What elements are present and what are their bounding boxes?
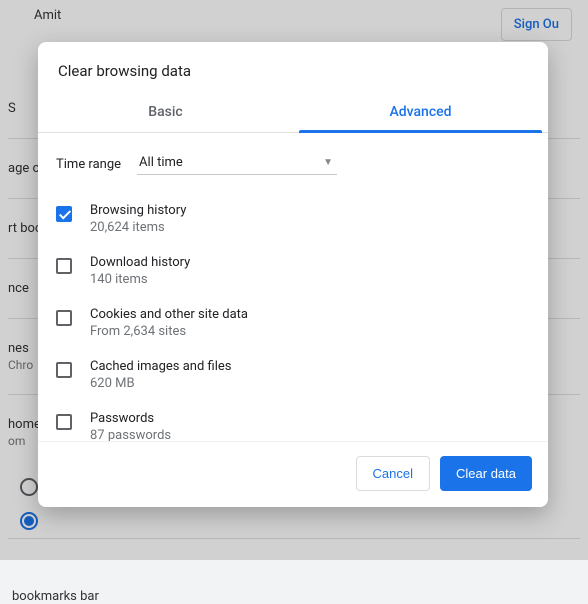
checkbox-browsing-history[interactable]: [56, 206, 72, 222]
item-title: Passwords: [90, 411, 171, 426]
data-type-row-cached-images: Cached images and files 620 MB: [56, 349, 538, 401]
dialog-tabs: Basic Advanced: [38, 94, 548, 133]
item-subtitle: From 2,634 sites: [90, 324, 248, 339]
clear-data-button[interactable]: Clear data: [440, 456, 532, 491]
chevron-down-icon: ▼: [323, 157, 333, 168]
dialog-scroll-area[interactable]: Time range All time ▼ Browsing history 20…: [38, 133, 548, 441]
cancel-button[interactable]: Cancel: [356, 456, 430, 491]
item-title: Download history: [90, 255, 190, 270]
data-type-row-browsing-history: Browsing history 20,624 items: [56, 193, 538, 245]
dialog-title: Clear browsing data: [38, 42, 548, 94]
checkbox-cached-images[interactable]: [56, 362, 72, 378]
data-type-row-passwords: Passwords 87 passwords: [56, 401, 538, 441]
data-type-row-cookies: Cookies and other site data From 2,634 si…: [56, 297, 538, 349]
checkbox-download-history[interactable]: [56, 258, 72, 274]
item-title: Cookies and other site data: [90, 307, 248, 322]
item-subtitle: 87 passwords: [90, 428, 171, 441]
bookmarks-bar-label: bookmarks bar: [8, 577, 580, 604]
item-subtitle: 20,624 items: [90, 220, 186, 235]
item-title: Cached images and files: [90, 359, 231, 374]
time-range-value: All time: [139, 155, 183, 170]
clear-browsing-data-dialog: Clear browsing data Basic Advanced Time …: [38, 42, 548, 507]
tab-basic[interactable]: Basic: [38, 94, 293, 132]
item-subtitle: 140 items: [90, 272, 190, 287]
item-title: Browsing history: [90, 203, 186, 218]
time-range-label: Time range: [56, 157, 121, 172]
data-type-row-download-history: Download history 140 items: [56, 245, 538, 297]
dialog-footer: Cancel Clear data: [38, 441, 548, 507]
tab-advanced[interactable]: Advanced: [293, 94, 548, 132]
item-subtitle: 620 MB: [90, 376, 231, 391]
time-range-select[interactable]: All time ▼: [137, 153, 337, 175]
checkbox-cookies[interactable]: [56, 310, 72, 326]
checkbox-passwords[interactable]: [56, 414, 72, 430]
